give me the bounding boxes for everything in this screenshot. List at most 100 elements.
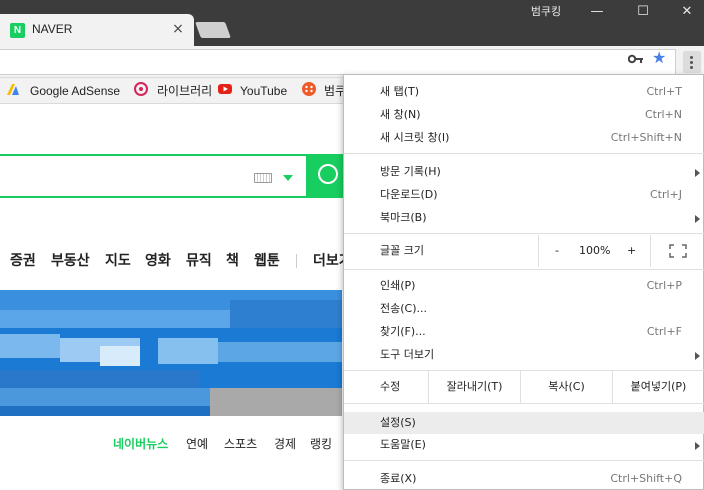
menu-item-label: 종료(X) bbox=[380, 472, 417, 485]
banner-band bbox=[0, 334, 60, 358]
fullscreen-icon bbox=[668, 244, 687, 258]
submenu-arrow-icon bbox=[695, 169, 700, 177]
bookmark-library[interactable]: 라이브러리 bbox=[157, 82, 212, 100]
search-button[interactable] bbox=[308, 154, 348, 198]
menu-item-help[interactable]: 도움말(E) bbox=[344, 434, 704, 456]
nav-item-stocks[interactable]: 증권 bbox=[10, 248, 36, 272]
banner-band bbox=[0, 406, 210, 416]
close-window-button[interactable]: ✕ bbox=[664, 0, 704, 24]
chevron-down-icon[interactable] bbox=[283, 175, 293, 181]
menu-item-exit[interactable]: 종료(X) Ctrl+Shift+Q bbox=[344, 468, 704, 490]
adsense-icon bbox=[7, 84, 19, 95]
tab-naver-news[interactable]: 네이버뉴스 bbox=[113, 434, 168, 454]
tab-naver[interactable]: N NAVER × bbox=[0, 14, 194, 46]
tab-ranking[interactable]: 랭킹 bbox=[310, 434, 332, 454]
menu-item-new-incognito[interactable]: 새 시크릿 창(I) Ctrl+Shift+N bbox=[344, 127, 704, 149]
menu-dot bbox=[690, 56, 693, 59]
tab-economy[interactable]: 경제 bbox=[274, 434, 296, 454]
ad-banner[interactable] bbox=[0, 290, 342, 416]
menu-item-label: 도구 더보기 bbox=[380, 348, 435, 361]
menu-item-new-window[interactable]: 새 창(N) Ctrl+N bbox=[344, 104, 704, 126]
menu-item-shortcut: Ctrl+Shift+N bbox=[610, 131, 682, 144]
naver-favicon-icon: N bbox=[10, 23, 25, 38]
menu-item-bookmarks[interactable]: 북마크(B) bbox=[344, 207, 704, 229]
menu-item-label: 북마크(B) bbox=[380, 211, 427, 224]
menu-item-more-tools[interactable]: 도구 더보기 bbox=[344, 344, 704, 366]
menu-dot bbox=[690, 61, 693, 64]
key-icon[interactable] bbox=[628, 52, 644, 66]
submenu-arrow-icon bbox=[695, 442, 700, 450]
chrome-menu-button[interactable] bbox=[683, 51, 701, 73]
menu-item-label: 설정(S) bbox=[380, 416, 416, 429]
profile-name[interactable]: 범쿠킹 bbox=[524, 4, 568, 20]
banner-band bbox=[100, 346, 140, 366]
banner-band bbox=[0, 370, 200, 388]
tab-entertainment[interactable]: 연예 bbox=[186, 434, 208, 454]
menu-item-settings[interactable]: 설정(S) bbox=[344, 412, 704, 434]
zoom-level: 100% bbox=[579, 244, 611, 257]
banner-band bbox=[210, 388, 342, 416]
youtube-icon bbox=[218, 84, 232, 94]
menu-item-find[interactable]: 찾기(F)... Ctrl+F bbox=[344, 321, 704, 343]
cut-button[interactable]: 잘라내기(T) bbox=[428, 371, 520, 403]
bookmark-google-adsense[interactable]: Google AdSense bbox=[30, 82, 120, 100]
menu-item-shortcut: Ctrl+J bbox=[649, 188, 682, 201]
edit-row: 수정 잘라내기(T) 복사(C) 붙여넣기(P) bbox=[344, 371, 704, 403]
address-bar[interactable] bbox=[0, 49, 676, 75]
banner-band bbox=[0, 310, 230, 328]
banner-band bbox=[230, 300, 342, 328]
menu-item-shortcut: Ctrl+P bbox=[646, 279, 682, 292]
zoom-out-button[interactable]: - bbox=[555, 235, 559, 267]
nav-item-map[interactable]: 지도 bbox=[105, 248, 131, 272]
menu-item-label: 전송(C)... bbox=[380, 302, 427, 315]
menu-item-downloads[interactable]: 다운로드(D) Ctrl+J bbox=[344, 184, 704, 206]
banner-band bbox=[218, 342, 342, 362]
fullscreen-button[interactable] bbox=[650, 235, 704, 267]
submenu-arrow-icon bbox=[695, 215, 700, 223]
menu-separator bbox=[344, 153, 704, 154]
menu-item-label: 도움말(E) bbox=[380, 438, 426, 451]
nav-item-movie[interactable]: 영화 bbox=[145, 248, 171, 272]
copy-button[interactable]: 복사(C) bbox=[520, 371, 612, 403]
bookmark-star-icon[interactable]: ★ bbox=[652, 50, 666, 66]
menu-separator bbox=[344, 233, 704, 234]
menu-dot bbox=[690, 66, 693, 69]
menu-item-shortcut: Ctrl+Shift+Q bbox=[610, 472, 682, 485]
title-bar: 범쿠킹 — ☐ ✕ N NAVER × bbox=[0, 0, 704, 46]
zoom-in-button[interactable]: + bbox=[627, 235, 636, 267]
menu-item-shortcut: Ctrl+F bbox=[646, 325, 682, 338]
menu-item-new-tab[interactable]: 새 탭(T) Ctrl+T bbox=[344, 81, 704, 103]
nav-item-books[interactable]: 책 bbox=[226, 248, 239, 272]
banner-band bbox=[158, 338, 218, 364]
search-icon bbox=[318, 164, 338, 184]
new-tab-button[interactable] bbox=[195, 22, 231, 38]
menu-item-history[interactable]: 방문 기록(H) bbox=[344, 161, 704, 183]
menu-separator bbox=[344, 403, 704, 404]
minimize-button[interactable]: — bbox=[574, 0, 620, 24]
banner-band bbox=[0, 388, 210, 406]
nav-item-realestate[interactable]: 부동산 bbox=[51, 248, 90, 272]
chrome-menu: 새 탭(T) Ctrl+T 새 창(N) Ctrl+N 새 시크릿 창(I) C… bbox=[343, 74, 704, 490]
menu-item-label: 새 탭(T) bbox=[380, 85, 420, 98]
menu-item-cast[interactable]: 전송(C)... bbox=[344, 298, 704, 320]
zoom-row: 글꼴 크기 - 100% + bbox=[344, 235, 704, 267]
menu-separator bbox=[344, 460, 704, 461]
library-icon bbox=[134, 82, 148, 96]
menu-item-label: 찾기(F)... bbox=[380, 325, 426, 338]
keyboard-icon[interactable] bbox=[254, 173, 272, 183]
tab-close-icon[interactable]: × bbox=[170, 20, 186, 38]
menu-item-label: 새 시크릿 창(I) bbox=[380, 131, 450, 144]
nav-item-music[interactable]: 뮤직 bbox=[186, 248, 212, 272]
tab-sports[interactable]: 스포츠 bbox=[224, 434, 257, 454]
menu-item-shortcut: Ctrl+T bbox=[646, 85, 682, 98]
nav-item-webtoon[interactable]: 웹툰 bbox=[254, 248, 280, 272]
paste-button[interactable]: 붙여넣기(P) bbox=[612, 371, 704, 403]
edit-label: 수정 bbox=[380, 380, 401, 393]
bookmark-youtube[interactable]: YouTube bbox=[240, 82, 287, 100]
menu-item-label: 다운로드(D) bbox=[380, 188, 438, 201]
tab-title: NAVER bbox=[32, 22, 73, 36]
maximize-button[interactable]: ☐ bbox=[620, 0, 666, 24]
menu-item-print[interactable]: 인쇄(P) Ctrl+P bbox=[344, 275, 704, 297]
search-input[interactable] bbox=[0, 154, 308, 198]
menu-item-label: 인쇄(P) bbox=[380, 279, 416, 292]
